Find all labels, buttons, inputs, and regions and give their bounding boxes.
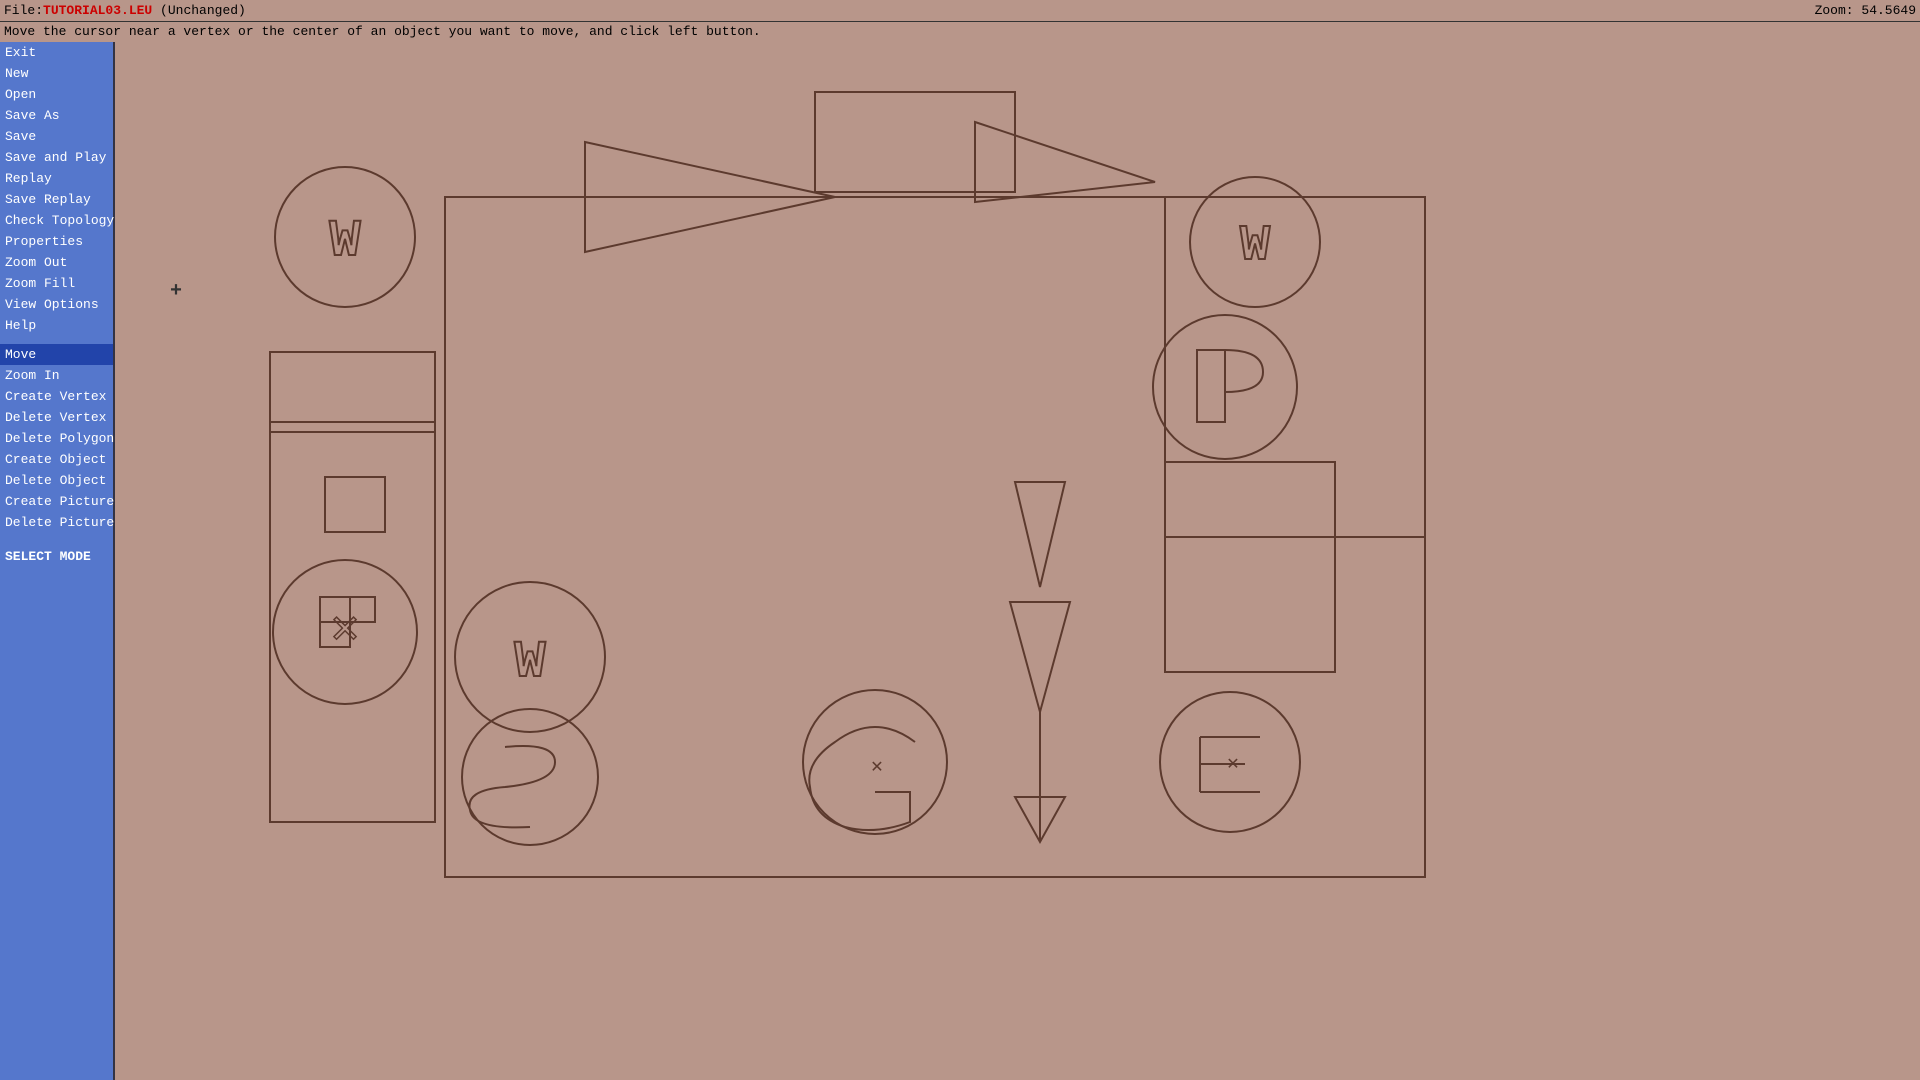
- file-status: (Unchanged): [160, 3, 246, 18]
- sidebar-item-save[interactable]: Save: [0, 126, 113, 147]
- sidebar-item-create-object[interactable]: Create Object: [0, 449, 113, 470]
- sidebar-item-move[interactable]: Move: [0, 344, 113, 365]
- sidebar-item-save-replay[interactable]: Save Replay: [0, 189, 113, 210]
- svg-text:✕: ✕: [329, 611, 361, 654]
- file-label: File:: [4, 3, 43, 18]
- sidebar-item-open[interactable]: Open: [0, 84, 113, 105]
- status-message: Move the cursor near a vertex or the cen…: [4, 24, 761, 39]
- canvas-area[interactable]: + .outline { fill: none; stroke: #5c3a2e…: [115, 42, 1920, 1080]
- menu-separator: [0, 336, 113, 344]
- sidebar-item-zoom-fill[interactable]: Zoom Fill: [0, 273, 113, 294]
- svg-text:W: W: [514, 633, 546, 692]
- file-info: File:TUTORIAL03.LEU (Unchanged): [4, 3, 246, 18]
- zoom-label: Zoom:: [1815, 3, 1854, 18]
- sidebar-item-replay[interactable]: Replay: [0, 168, 113, 189]
- sidebar-item-delete-polygon[interactable]: Delete Polygon: [0, 428, 113, 449]
- sidebar-item-zoom-in[interactable]: Zoom In: [0, 365, 113, 386]
- sidebar-item-exit[interactable]: Exit: [0, 42, 113, 63]
- sidebar-item-new[interactable]: New: [0, 63, 113, 84]
- sidebar-item-view-options[interactable]: View Options: [0, 294, 113, 315]
- zoom-info: Zoom: 54.5649: [1815, 3, 1916, 18]
- sidebar-item-help[interactable]: Help: [0, 315, 113, 336]
- sidebar-item-save-as[interactable]: Save As: [0, 105, 113, 126]
- sidebar-item-delete-vertex[interactable]: Delete Vertex: [0, 407, 113, 428]
- tool-separator: [0, 533, 113, 541]
- svg-text:W: W: [329, 212, 361, 271]
- sidebar-item-zoom-out[interactable]: Zoom Out: [0, 252, 113, 273]
- sidebar-item-delete-object[interactable]: Delete Object: [0, 470, 113, 491]
- svg-text:W: W: [1240, 218, 1270, 275]
- sidebar-item-properties[interactable]: Properties: [0, 231, 113, 252]
- status-bar: Move the cursor near a vertex or the cen…: [0, 22, 1920, 42]
- zoom-value: 54.5649: [1861, 3, 1916, 18]
- sidebar-item-delete-picture[interactable]: Delete Picture: [0, 512, 113, 533]
- filename: TUTORIAL03.LEU: [43, 3, 152, 18]
- sidebar-item-save-and-play[interactable]: Save and Play: [0, 147, 113, 168]
- sidebar: Exit New Open Save As Save Save and Play…: [0, 42, 115, 1080]
- sidebar-item-create-vertex[interactable]: Create Vertex: [0, 386, 113, 407]
- svg-text:✕: ✕: [870, 759, 883, 777]
- main-area: Exit New Open Save As Save Save and Play…: [0, 42, 1920, 1080]
- top-bar: File:TUTORIAL03.LEU (Unchanged) Zoom: 54…: [0, 0, 1920, 22]
- select-mode-label: SELECT MODE: [0, 545, 113, 568]
- main-canvas: .outline { fill: none; stroke: #5c3a2e; …: [115, 42, 1920, 1080]
- svg-text:✕: ✕: [1226, 756, 1239, 774]
- sidebar-item-check-topology[interactable]: Check Topology: [0, 210, 113, 231]
- sidebar-item-create-picture[interactable]: Create Picture: [0, 491, 113, 512]
